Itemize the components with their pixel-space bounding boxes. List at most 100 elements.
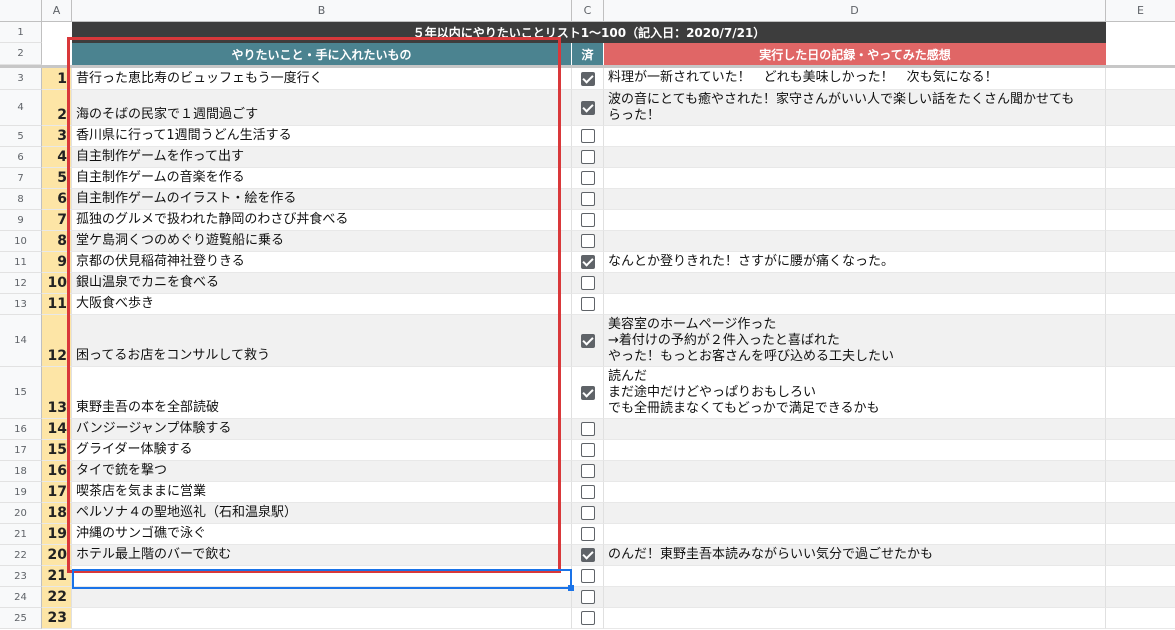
row-header[interactable]: 21	[0, 524, 42, 545]
item-number[interactable]: 21	[42, 566, 72, 587]
row-header[interactable]: 23	[0, 566, 42, 587]
item-number[interactable]: 11	[42, 294, 72, 315]
item-text-cell[interactable]: 自主制作ゲームの音楽を作る	[72, 168, 572, 189]
item-number[interactable]: 16	[42, 461, 72, 482]
item-number[interactable]: 9	[42, 252, 72, 273]
record-cell[interactable]	[604, 482, 1106, 503]
unchecked-checkbox[interactable]	[580, 297, 595, 311]
record-cell[interactable]	[604, 231, 1106, 252]
item-number[interactable]: 4	[42, 147, 72, 168]
header-want[interactable]: やりたいこと・手に入れたいもの	[72, 43, 572, 65]
item-text-cell[interactable]: 困ってるお店をコンサルして救う	[72, 315, 572, 367]
item-text-cell[interactable]: 孤独のグルメで扱われた静岡のわさび丼食べる	[72, 210, 572, 231]
empty-cell[interactable]	[1106, 608, 1175, 629]
empty-cell[interactable]	[1106, 482, 1175, 503]
empty-cell[interactable]	[1106, 503, 1175, 524]
record-cell[interactable]	[604, 168, 1106, 189]
record-cell[interactable]	[604, 524, 1106, 545]
record-cell[interactable]	[604, 126, 1106, 147]
row-header[interactable]: 25	[0, 608, 42, 629]
row-header[interactable]: 14	[0, 315, 42, 367]
row-header[interactable]: 12	[0, 273, 42, 294]
column-header-a[interactable]: A	[42, 0, 72, 22]
item-number[interactable]: 1	[42, 68, 72, 90]
item-number[interactable]: 10	[42, 273, 72, 294]
item-text-cell[interactable]	[72, 587, 572, 608]
record-cell[interactable]	[604, 440, 1106, 461]
checked-checkbox[interactable]	[580, 548, 595, 562]
record-cell[interactable]	[604, 273, 1106, 294]
column-header-c[interactable]: C	[572, 0, 604, 22]
record-cell[interactable]: 料理が一新されていた！ どれも美味しかった！ 次も気になる！	[604, 68, 1106, 90]
item-number[interactable]: 3	[42, 126, 72, 147]
record-cell[interactable]: 波の音にとても癒やされた！家守さんがいい人で楽しい話をたくさん聞かせても らった…	[604, 90, 1106, 126]
checked-checkbox[interactable]	[580, 255, 595, 269]
item-number[interactable]: 14	[42, 419, 72, 440]
empty-cell[interactable]	[1106, 524, 1175, 545]
record-cell[interactable]	[604, 294, 1106, 315]
unchecked-checkbox[interactable]	[580, 213, 595, 227]
column-header-e[interactable]: E	[1106, 0, 1175, 22]
unchecked-checkbox[interactable]	[580, 527, 595, 541]
empty-cell[interactable]	[1106, 419, 1175, 440]
unchecked-checkbox[interactable]	[580, 276, 595, 290]
row-header[interactable]: 17	[0, 440, 42, 461]
item-number[interactable]: 15	[42, 440, 72, 461]
empty-cell[interactable]	[1106, 566, 1175, 587]
unchecked-checkbox[interactable]	[580, 422, 595, 436]
row-header[interactable]: 15	[0, 367, 42, 419]
empty-cell[interactable]	[1106, 315, 1175, 367]
item-number[interactable]: 22	[42, 587, 72, 608]
empty-cell[interactable]	[1106, 168, 1175, 189]
record-cell[interactable]	[604, 419, 1106, 440]
row-header[interactable]: 7	[0, 168, 42, 189]
item-number[interactable]: 5	[42, 168, 72, 189]
item-text-cell[interactable]: 京都の伏見稲荷神社登りきる	[72, 252, 572, 273]
row-header[interactable]: 8	[0, 189, 42, 210]
unchecked-checkbox[interactable]	[580, 485, 595, 499]
empty-cell[interactable]	[1106, 189, 1175, 210]
record-cell[interactable]	[604, 566, 1106, 587]
empty-cell[interactable]	[1106, 210, 1175, 231]
row-header[interactable]: 18	[0, 461, 42, 482]
item-number[interactable]: 23	[42, 608, 72, 629]
row-header[interactable]: 20	[0, 503, 42, 524]
item-number[interactable]: 17	[42, 482, 72, 503]
record-cell[interactable]	[604, 189, 1106, 210]
row-header[interactable]: 19	[0, 482, 42, 503]
row-header[interactable]: 2	[0, 43, 42, 65]
empty-cell[interactable]	[1106, 68, 1175, 90]
unchecked-checkbox[interactable]	[580, 590, 595, 604]
unchecked-checkbox[interactable]	[580, 569, 595, 583]
empty-cell[interactable]	[1106, 367, 1175, 419]
item-text-cell[interactable]: バンジージャンプ体験する	[72, 419, 572, 440]
item-text-cell[interactable]: 東野圭吾の本を全部読破	[72, 367, 572, 419]
record-cell[interactable]	[604, 210, 1106, 231]
empty-cell[interactable]	[1106, 461, 1175, 482]
unchecked-checkbox[interactable]	[580, 171, 595, 185]
item-text-cell[interactable]	[72, 608, 572, 629]
empty-cell[interactable]	[1106, 440, 1175, 461]
item-text-cell[interactable]: タイで銃を撃つ	[72, 461, 572, 482]
empty-cell[interactable]	[1106, 231, 1175, 252]
header-record[interactable]: 実行した日の記録・やってみた感想	[604, 43, 1106, 65]
record-cell[interactable]	[604, 587, 1106, 608]
checked-checkbox[interactable]	[580, 100, 595, 115]
item-text-cell[interactable]: 沖縄のサンゴ礁で泳ぐ	[72, 524, 572, 545]
item-number[interactable]: 19	[42, 524, 72, 545]
record-cell[interactable]: のんだ！東野圭吾本読みながらいい気分で過ごせたかも	[604, 545, 1106, 566]
item-text-cell[interactable]: 自主制作ゲームを作って出す	[72, 147, 572, 168]
row-header[interactable]: 11	[0, 252, 42, 273]
record-cell[interactable]	[604, 608, 1106, 629]
checked-checkbox[interactable]	[580, 71, 595, 86]
empty-cell[interactable]	[1106, 147, 1175, 168]
item-text-cell[interactable]: ホテル最上階のバーで飲む	[72, 545, 572, 566]
item-number[interactable]: 8	[42, 231, 72, 252]
record-cell[interactable]: 美容室のホームページ作った →着付けの予約が２件入ったと喜ばれた やった！もっと…	[604, 315, 1106, 367]
row-header[interactable]: 22	[0, 545, 42, 566]
item-text-cell[interactable]: 自主制作ゲームのイラスト・絵を作る	[72, 189, 572, 210]
row-header[interactable]: 6	[0, 147, 42, 168]
record-cell[interactable]	[604, 147, 1106, 168]
row-header[interactable]: 16	[0, 419, 42, 440]
item-number[interactable]: 7	[42, 210, 72, 231]
